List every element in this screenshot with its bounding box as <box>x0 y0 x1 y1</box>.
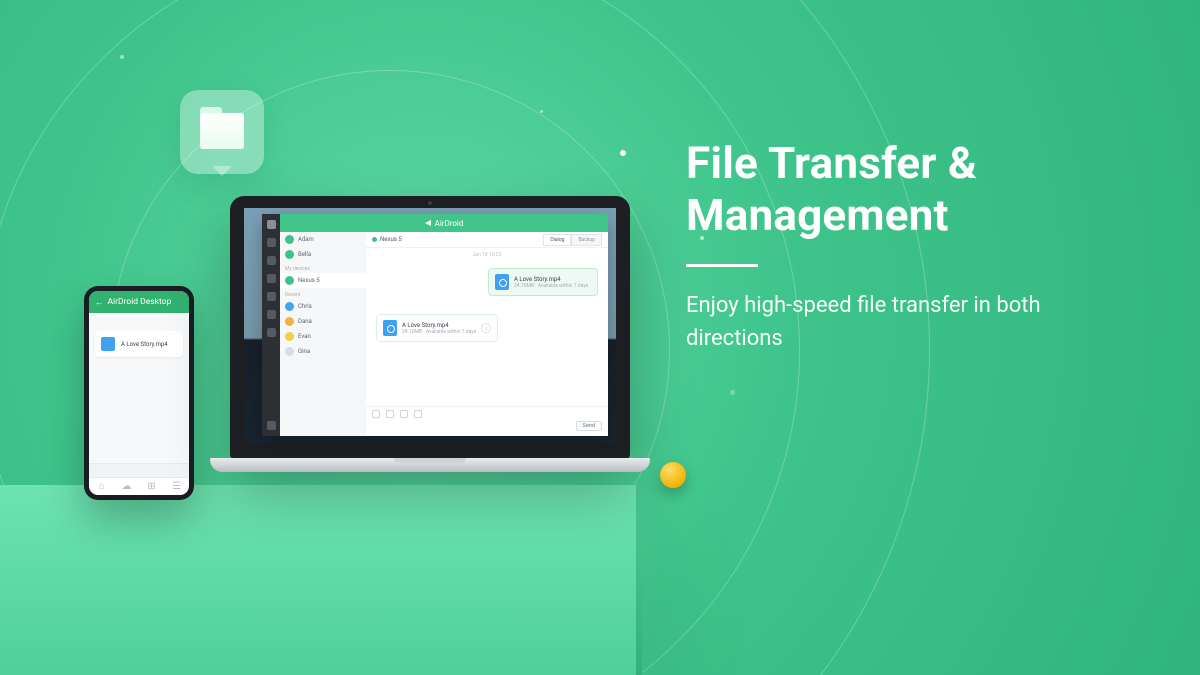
nav-item[interactable]: ⌂ <box>89 478 114 495</box>
dock-icon[interactable] <box>267 292 276 301</box>
file-card[interactable]: A Love Story.mp4 24.16MB · Available wit… <box>488 268 598 296</box>
laptop-lid: AirDroid Adam Bella My devices Nexus 5 R… <box>230 196 630 460</box>
message-incoming: A Love Story.mp4 24.16MB · Available wit… <box>376 314 498 342</box>
file-icon <box>495 274 509 290</box>
contact-row[interactable]: Adam <box>280 232 366 247</box>
phone-mockup: ← AirDroid Desktop A Love Story.mp4 ⌂ ☁ … <box>84 286 194 500</box>
composer: Send <box>366 406 608 436</box>
device-icon <box>285 276 294 285</box>
device-list: Adam Bella My devices Nexus 5 Recent Chr… <box>280 232 366 436</box>
phone-file-card[interactable]: A Love Story.mp4 <box>95 331 183 357</box>
tab-dialog[interactable]: Dialog <box>543 234 571 246</box>
camera-dot <box>428 201 432 205</box>
folder-icon <box>200 115 244 149</box>
app-dock <box>262 214 280 436</box>
nav-item[interactable]: ☁ <box>114 478 139 495</box>
avatar-icon <box>285 317 294 326</box>
chat-device-name: Nexus 5 <box>380 236 402 243</box>
device-row-active[interactable]: Nexus 5 <box>280 273 366 288</box>
folder-bubble <box>180 90 264 174</box>
avatar-icon <box>285 332 294 341</box>
message-outgoing: A Love Story.mp4 24.16MB · Available wit… <box>488 268 598 296</box>
phone-title: AirDroid Desktop <box>108 297 172 307</box>
marketing-copy: File Transfer & Management Enjoy high-sp… <box>686 138 1140 355</box>
phone-navbar: ⌂ ☁ ⊞ ☰ <box>89 477 189 495</box>
file-card[interactable]: A Love Story.mp4 24.16MB · Available wit… <box>376 314 498 342</box>
online-dot-icon <box>372 237 377 242</box>
pedestal-edge <box>636 485 642 675</box>
laptop-mockup: AirDroid Adam Bella My devices Nexus 5 R… <box>210 196 650 498</box>
tab-backup[interactable]: Backup <box>571 234 602 246</box>
nav-item[interactable]: ☰ <box>164 478 189 495</box>
dock-icon[interactable] <box>267 274 276 283</box>
phone-body: A Love Story.mp4 <box>89 313 189 463</box>
file-icon <box>101 337 115 351</box>
file-name: A Love Story.mp4 <box>402 322 476 329</box>
app-titlebar: AirDroid <box>280 214 608 232</box>
contact-row[interactable]: Dana <box>280 314 366 329</box>
chat-pane: Nexus 5 Dialog Backup Jan 18 10:23 <box>366 232 608 436</box>
chat-date: Jan 18 10:23 <box>366 252 608 258</box>
app-panel: AirDroid Adam Bella My devices Nexus 5 R… <box>280 214 608 436</box>
airdroid-logo-icon <box>425 220 431 226</box>
chat-header: Nexus 5 Dialog Backup <box>366 232 608 248</box>
attach-app-icon[interactable] <box>414 410 422 418</box>
dock-icon[interactable] <box>267 310 276 319</box>
chat-device: Nexus 5 <box>372 236 402 243</box>
headline-line2: Management <box>686 189 949 241</box>
attach-file-icon[interactable] <box>372 410 380 418</box>
section-my-devices: My devices <box>280 262 366 273</box>
attach-folder-icon[interactable] <box>386 410 394 418</box>
avatar-icon <box>285 235 294 244</box>
headline-rule <box>686 264 758 267</box>
decorative-ball <box>660 462 686 488</box>
file-meta: 24.16MB · Available within 7 days <box>402 329 476 335</box>
dock-icon[interactable] <box>267 328 276 337</box>
back-icon[interactable]: ← <box>95 297 104 308</box>
attach-image-icon[interactable] <box>400 410 408 418</box>
contact-row[interactable]: Bella <box>280 247 366 262</box>
phone-screen: ← AirDroid Desktop A Love Story.mp4 ⌂ ☁ … <box>89 291 189 495</box>
download-icon[interactable]: ↓ <box>481 323 491 333</box>
contact-row[interactable]: Gina <box>280 344 366 359</box>
airdroid-app: AirDroid Adam Bella My devices Nexus 5 R… <box>262 214 608 436</box>
file-name: A Love Story.mp4 <box>514 276 588 283</box>
phone-file-name: A Love Story.mp4 <box>121 341 168 348</box>
chat-thread: Jan 18 10:23 A Love Story.mp4 24 <box>366 248 608 406</box>
app-body: Adam Bella My devices Nexus 5 Recent Chr… <box>280 232 608 436</box>
avatar-icon <box>285 347 294 356</box>
file-meta: 24.16MB · Available within 7 days <box>514 283 588 289</box>
section-recent: Recent <box>280 288 366 299</box>
composer-toolbar <box>366 407 608 421</box>
avatar-icon <box>285 302 294 311</box>
app-brand: AirDroid <box>435 219 464 228</box>
chat-tabs: Dialog Backup <box>543 234 602 246</box>
contact-row[interactable]: Chris <box>280 299 366 314</box>
laptop-screen: AirDroid Adam Bella My devices Nexus 5 R… <box>244 208 616 444</box>
file-icon <box>383 320 397 336</box>
dock-transfer-icon[interactable] <box>267 220 276 229</box>
dock-icon[interactable] <box>267 256 276 265</box>
headline-line1: File Transfer & <box>686 137 977 189</box>
phone-titlebar: ← AirDroid Desktop <box>89 291 189 313</box>
contact-row[interactable]: Evan <box>280 329 366 344</box>
laptop-base <box>210 458 650 472</box>
dock-icon[interactable] <box>267 238 276 247</box>
nav-item[interactable]: ⊞ <box>139 478 164 495</box>
send-button[interactable]: Send <box>576 421 602 431</box>
phone-input-bar[interactable] <box>89 463 189 477</box>
pedestal <box>0 485 640 675</box>
subheadline: Enjoy high-speed file transfer in both d… <box>686 289 1140 355</box>
headline: File Transfer & Management <box>686 138 1140 242</box>
avatar-icon <box>285 250 294 259</box>
dock-settings-icon[interactable] <box>267 421 276 430</box>
